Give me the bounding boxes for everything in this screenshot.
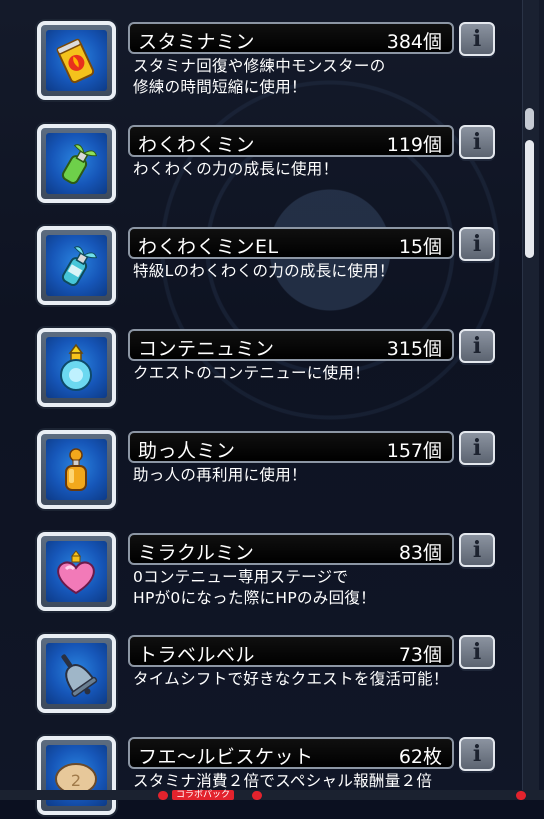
list-item-wakuwakumin-el[interactable]: わくわくミンEL 15個 i 特級Lのわくわくの力の成長に使用！: [0, 205, 512, 309]
item-name-bar: フエ〜ルビスケット 62枚: [128, 737, 454, 769]
item-description: タイムシフトで好きなクエストを復活可能！: [133, 669, 493, 690]
item-count: 62枚: [398, 746, 442, 768]
item-description: わくわくの力の成長に使用！: [133, 159, 493, 180]
notification-dot-icon: [516, 791, 526, 800]
item-icon-frame[interactable]: [37, 634, 116, 713]
item-name-bar: トラベルベル 73個: [128, 635, 454, 667]
scrollbar-thumb[interactable]: [525, 140, 534, 258]
item-icon-frame[interactable]: [37, 328, 116, 407]
item-count: 157個: [386, 440, 442, 462]
item-description: スタミナ回復や修練中モンスターの 修練の時間短縮に使用！: [133, 56, 493, 98]
item-count: 73個: [398, 644, 442, 666]
item-icon-frame[interactable]: 2: [37, 736, 116, 815]
item-name-bar: ミラクルミン 83個: [128, 533, 454, 565]
item-description: クエストのコンテニューに使用！: [133, 363, 493, 384]
description-line: 0コンテニュー専用ステージで: [133, 568, 349, 586]
item-icon-frame[interactable]: [37, 532, 116, 611]
item-name: フエ〜ルビスケット: [138, 746, 314, 768]
item-name: わくわくミンEL: [138, 236, 279, 258]
el-sprout-bottle-icon: [61, 246, 98, 287]
info-button[interactable]: i: [459, 533, 495, 567]
description-line: 修練の時間短縮に使用！: [133, 78, 307, 96]
item-name: ミラクルミン: [138, 542, 255, 564]
info-icon: i: [472, 333, 482, 359]
item-description: 0コンテニュー専用ステージで HPが0になった際にHPのみ回復！: [133, 567, 493, 609]
description-line: HPが0になった際にHPのみ回復！: [133, 589, 376, 607]
info-icon: i: [472, 231, 482, 257]
item-name-bar: スタミナミン 384個: [128, 22, 454, 54]
sprout-bottle-icon: [61, 144, 98, 185]
list-item-continuemin[interactable]: コンテニュミン 315個 i クエストのコンテニューに使用！: [0, 307, 512, 411]
item-count: 15個: [398, 236, 442, 258]
collab-pack-label[interactable]: コラボパック: [172, 790, 235, 800]
info-button[interactable]: i: [459, 329, 495, 363]
info-icon: i: [472, 435, 482, 461]
list-item-staminamin[interactable]: スタミナミン 384個 i スタミナ回復や修練中モンスターの 修練の時間短縮に使…: [0, 0, 512, 104]
info-button[interactable]: i: [459, 125, 495, 159]
item-icon-frame[interactable]: [37, 226, 116, 305]
helper-bottle-icon: [65, 448, 87, 491]
description-line: 助っ人の再利用に使用！: [133, 466, 307, 484]
description-line: 特級Lのわくわくの力の成長に使用！: [133, 262, 395, 280]
bottom-menu-bar: [0, 790, 544, 800]
list-item-fueru-biscuit[interactable]: 2 フエ〜ルビスケット 62枚 i スタミナ消費２倍でスペシャル報酬量２倍: [0, 715, 512, 819]
notification-dot-icon: [252, 791, 262, 800]
item-name: スタミナミン: [138, 31, 256, 53]
item-count: 384個: [386, 31, 442, 53]
info-button[interactable]: i: [459, 22, 495, 56]
item-name-bar: コンテニュミン 315個: [128, 329, 454, 361]
item-name-bar: わくわくミンEL 15個: [128, 227, 454, 259]
item-description: スタミナ消費２倍でスペシャル報酬量２倍: [133, 771, 493, 792]
info-icon: i: [472, 537, 482, 563]
description-line: クエストのコンテニューに使用！: [133, 364, 371, 382]
description-line: わくわくの力の成長に使用！: [133, 160, 339, 178]
item-name-bar: わくわくミン 119個: [128, 125, 454, 157]
item-count: 83個: [398, 542, 442, 564]
item-count: 315個: [386, 338, 442, 360]
svg-text:2: 2: [71, 771, 81, 790]
stamina-can-icon: [56, 38, 95, 84]
item-description: 特級Lのわくわくの力の成長に使用！: [133, 261, 493, 282]
miracle-heart-icon: [57, 550, 95, 595]
list-item-travelbell[interactable]: トラベルベル 73個 i タイムシフトで好きなクエストを復活可能！: [0, 613, 512, 717]
item-name: わくわくミン: [138, 134, 256, 156]
info-icon: i: [472, 639, 482, 665]
item-description: 助っ人の再利用に使用！: [133, 465, 493, 486]
item-icon-frame[interactable]: [37, 21, 116, 100]
description-line: スタミナ回復や修練中モンスターの: [133, 57, 386, 75]
item-name: トラベルベル: [138, 644, 256, 666]
info-button[interactable]: i: [459, 431, 495, 465]
info-icon: i: [472, 129, 482, 155]
description-line: タイムシフトで好きなクエストを復活可能！: [133, 670, 449, 688]
item-icon-frame[interactable]: [37, 124, 116, 203]
item-name: コンテニュミン: [138, 338, 275, 360]
description-line: スタミナ消費２倍でスペシャル報酬量２倍: [133, 772, 433, 790]
info-button[interactable]: i: [459, 635, 495, 669]
list-item-wakuwakumin[interactable]: わくわくミン 119個 i わくわくの力の成長に使用！: [0, 103, 512, 207]
info-icon: i: [472, 26, 482, 52]
continue-potion-icon: [60, 343, 92, 391]
notification-dot-icon: [158, 791, 168, 800]
item-icon-frame[interactable]: [37, 430, 116, 509]
list-item-sukettomin[interactable]: 助っ人ミン 157個 i 助っ人の再利用に使用！: [0, 409, 512, 513]
item-name: 助っ人ミン: [138, 440, 236, 462]
scrollbar-grip-icon[interactable]: [525, 108, 534, 130]
info-button[interactable]: i: [459, 737, 495, 771]
item-name-bar: 助っ人ミン 157個: [128, 431, 454, 463]
travel-bell-icon: [61, 654, 98, 697]
item-list: スタミナミン 384個 i スタミナ回復や修練中モンスターの 修練の時間短縮に使…: [0, 0, 512, 815]
item-count: 119個: [386, 134, 442, 156]
info-icon: i: [472, 741, 482, 767]
info-button[interactable]: i: [459, 227, 495, 261]
list-item-miraclemin[interactable]: ミラクルミン 83個 i 0コンテニュー専用ステージで HPが0になった際にHP…: [0, 511, 512, 615]
